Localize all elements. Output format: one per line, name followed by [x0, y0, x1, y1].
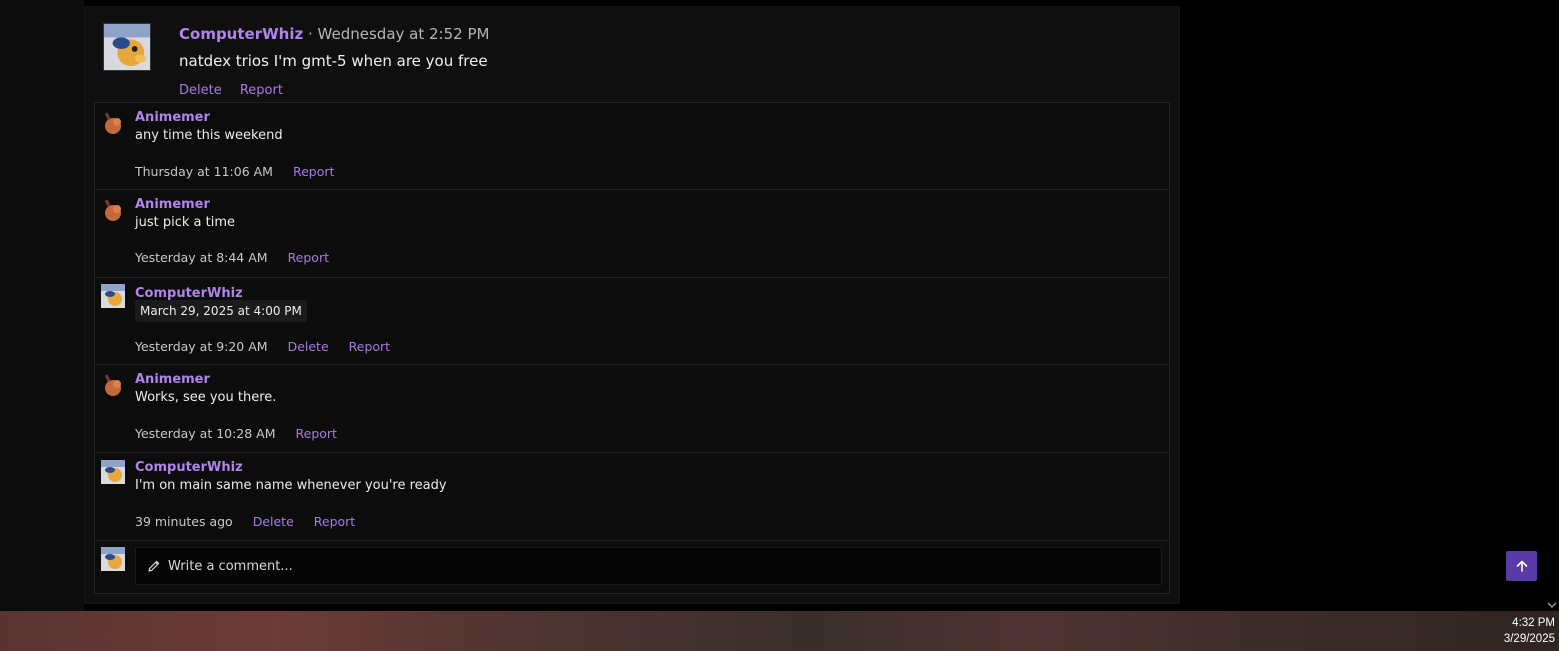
delete-link[interactable]: Delete — [253, 514, 294, 529]
report-link[interactable]: Report — [288, 250, 329, 265]
comment-list: Animemer any time this weekend Thursday … — [94, 102, 1170, 594]
delete-link[interactable]: Delete — [179, 83, 222, 98]
comment-composer: Write a comment... — [95, 540, 1169, 593]
pencil-icon — [148, 560, 160, 572]
comment-timestamp[interactable]: Yesterday at 8:44 AM — [135, 250, 268, 265]
post-text: natdex trios I'm gmt-5 when are you free — [179, 52, 488, 70]
list-item: Animemer just pick a time Yesterday at 8… — [95, 190, 1169, 278]
list-item: Animemer any time this weekend Thursday … — [95, 103, 1169, 190]
comment-placeholder: Write a comment... — [168, 558, 293, 574]
scrollbar-down-arrow[interactable] — [1546, 596, 1558, 608]
comment-timestamp[interactable]: Thursday at 11:06 AM — [135, 164, 273, 179]
header-separator: · — [307, 25, 313, 43]
scroll-to-top-button[interactable] — [1506, 551, 1537, 581]
comment-timestamp[interactable]: Yesterday at 10:28 AM — [135, 426, 276, 441]
arrow-up-icon — [1516, 560, 1527, 572]
avatar — [101, 547, 125, 571]
avatar[interactable] — [103, 23, 151, 71]
post-actions: Delete Report — [179, 83, 297, 98]
comment-username[interactable]: Animemer — [135, 372, 210, 387]
comment-username[interactable]: ComputerWhiz — [135, 460, 243, 475]
left-gutter — [0, 0, 84, 611]
avatar[interactable] — [101, 460, 125, 484]
comment-meta: Yesterday at 8:44 AM Report — [135, 250, 345, 265]
report-link[interactable]: Report — [296, 426, 337, 441]
avatar[interactable] — [101, 111, 125, 135]
comment-text: March 29, 2025 at 4:00 PM — [135, 300, 307, 322]
system-clock[interactable]: 4:32 PM 3/29/2025 — [1504, 615, 1555, 647]
comment-text: I'm on main same name whenever you're re… — [135, 478, 447, 493]
taskbar: 4:32 PM 3/29/2025 — [0, 611, 1559, 651]
comment-username[interactable]: ComputerWhiz — [135, 286, 243, 301]
clock-time: 4:32 PM — [1512, 617, 1555, 629]
report-link[interactable]: Report — [293, 164, 334, 179]
chevron-down-icon — [1547, 602, 1557, 608]
report-link[interactable]: Report — [349, 339, 390, 354]
avatar[interactable] — [101, 373, 125, 397]
list-item: Animemer Works, see you there. Yesterday… — [95, 365, 1169, 453]
comment-meta: Yesterday at 9:20 AM Delete Report — [135, 339, 406, 354]
comment-username[interactable]: Animemer — [135, 110, 210, 125]
comment-meta: Yesterday at 10:28 AM Report — [135, 426, 353, 441]
delete-link[interactable]: Delete — [288, 339, 329, 354]
list-item: ComputerWhiz March 29, 2025 at 4:00 PM Y… — [95, 278, 1169, 365]
comment-meta: 39 minutes ago Delete Report — [135, 514, 371, 529]
comment-input[interactable]: Write a comment... — [135, 547, 1162, 585]
post-header: ComputerWhiz · Wednesday at 2:52 PM — [179, 25, 489, 43]
avatar[interactable] — [101, 198, 125, 222]
avatar[interactable] — [101, 284, 125, 308]
comment-text: just pick a time — [135, 215, 235, 230]
post-username[interactable]: ComputerWhiz — [179, 25, 303, 43]
comment-timestamp[interactable]: Yesterday at 9:20 AM — [135, 339, 268, 354]
comment-meta: Thursday at 11:06 AM Report — [135, 164, 350, 179]
list-item: ComputerWhiz I'm on main same name whene… — [95, 453, 1169, 541]
comment-timestamp[interactable]: 39 minutes ago — [135, 514, 233, 529]
clock-date: 3/29/2025 — [1503, 633, 1555, 645]
report-link[interactable]: Report — [314, 514, 355, 529]
comment-text: any time this weekend — [135, 128, 283, 143]
comment-text: Works, see you there. — [135, 390, 277, 405]
post-timestamp[interactable]: Wednesday at 2:52 PM — [318, 25, 490, 43]
comment-username[interactable]: Animemer — [135, 197, 210, 212]
report-link[interactable]: Report — [240, 83, 283, 98]
